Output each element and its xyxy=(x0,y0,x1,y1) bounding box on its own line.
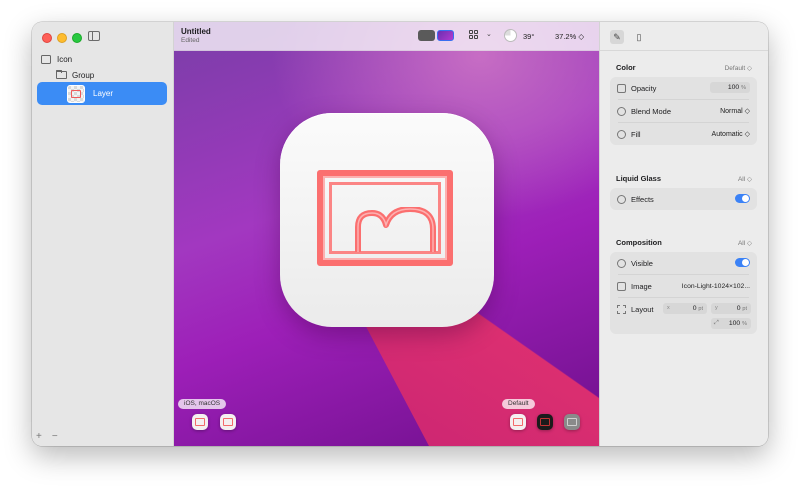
default-appearance-thumbnail[interactable] xyxy=(510,414,526,430)
color-mode-select[interactable]: Default ◇ xyxy=(725,64,752,72)
sidebar-item-label: Group xyxy=(72,70,95,80)
ios-preview-thumbnail[interactable] xyxy=(192,414,208,430)
liquid-glass-mode-select[interactable]: All ◇ xyxy=(738,175,752,183)
inspector: ✎ ▯ Color Default ◇ Opacity 100 % Blend … xyxy=(599,22,768,446)
effects-icon xyxy=(617,194,626,204)
document-icon[interactable]: ▯ xyxy=(632,30,646,44)
color-section-title: Color xyxy=(616,63,636,72)
image-frame-icon xyxy=(567,418,577,426)
blend-mode-select[interactable]: Normal ◇ xyxy=(720,107,750,115)
sidebar-item-layer[interactable]: Layer xyxy=(37,82,167,105)
platform-label: iOS, macOS xyxy=(178,399,227,409)
dark-appearance-thumbnail[interactable] xyxy=(537,414,553,430)
visible-row: Visible xyxy=(610,252,757,274)
folder-icon xyxy=(56,70,67,79)
grid-menu-chevron-icon[interactable]: ⌄ xyxy=(486,30,492,38)
blend-mode-icon xyxy=(617,106,626,116)
layer-thumbnail xyxy=(67,84,85,103)
window-controls xyxy=(42,33,82,43)
icon-square-icon xyxy=(41,54,51,64)
photo-icon xyxy=(617,281,626,291)
canvas[interactable]: Untitled Edited ⌄ 39° 37.2% ◇ iOS, macOS xyxy=(174,22,599,446)
sidebar-item-label: Icon xyxy=(57,54,73,64)
add-button[interactable]: + xyxy=(36,431,42,442)
resize-arrows-icon: ⤢ xyxy=(714,320,719,326)
light-angle-value[interactable]: 39° xyxy=(523,32,534,41)
remove-button[interactable]: − xyxy=(52,431,58,442)
background-gradient-swatch[interactable] xyxy=(437,30,454,41)
opacity-icon xyxy=(617,83,626,93)
color-card: Opacity 100 % Blend Mode Normal ◇ Fill A… xyxy=(610,77,757,145)
layout-y-field[interactable]: y 0 pt xyxy=(711,303,751,314)
composition-section-title: Composition xyxy=(616,238,662,247)
sidebar-item-icon[interactable]: Icon xyxy=(32,51,173,67)
grid-icon[interactable] xyxy=(469,30,478,39)
eye-icon xyxy=(617,258,626,268)
fill-bucket-icon xyxy=(617,129,626,139)
inspector-tabs: ✎ ▯ xyxy=(610,30,646,44)
toolbar: Untitled Edited ⌄ 39° 37.2% ◇ xyxy=(174,22,599,51)
effects-row: Effects xyxy=(610,188,757,210)
appearance-label: Default xyxy=(502,399,535,409)
image-select[interactable]: Icon-Light-1024×102... xyxy=(682,283,750,290)
fill-select[interactable]: Automatic ◇ xyxy=(712,130,750,138)
composition-mode-select[interactable]: All ◇ xyxy=(738,239,752,247)
blend-mode-row: Blend Mode Normal ◇ xyxy=(610,100,757,122)
sidebar: Icon Group Layer + − xyxy=(32,22,174,446)
image-row: Image Icon-Light-1024×102... xyxy=(610,275,757,297)
composition-card: Visible Image Icon-Light-1024×102... Lay… xyxy=(610,252,757,334)
image-frame-icon xyxy=(513,418,523,426)
arch-icon xyxy=(355,207,436,252)
paint-brush-icon[interactable]: ✎ xyxy=(610,30,624,44)
liquid-glass-card: Effects xyxy=(610,188,757,210)
document-status: Edited xyxy=(181,37,200,44)
app-window: Icon Group Layer + − Untitled Edited ⌄ 3… xyxy=(32,22,768,446)
sidebar-item-label: Layer xyxy=(93,89,114,98)
image-frame-icon xyxy=(71,89,81,98)
sidebar-toggle-icon[interactable] xyxy=(88,31,100,41)
fill-row: Fill Automatic ◇ xyxy=(610,123,757,145)
opacity-field[interactable]: 100 % xyxy=(710,82,750,93)
layout-icon xyxy=(617,304,626,314)
image-frame-icon xyxy=(195,418,205,426)
macos-preview-thumbnail[interactable] xyxy=(220,414,236,430)
image-frame-icon xyxy=(223,418,233,426)
sidebar-item-group[interactable]: Group xyxy=(32,67,173,83)
app-icon-preview[interactable] xyxy=(280,113,494,327)
layout-x-field[interactable]: x 0 pt xyxy=(663,303,707,314)
layout-scale-field[interactable]: ⤢ 100 % xyxy=(711,318,751,329)
document-title: Untitled xyxy=(181,27,211,36)
light-angle-icon[interactable] xyxy=(504,29,517,42)
sidebar-footer: + − xyxy=(36,431,58,442)
minimize-button[interactable] xyxy=(57,33,67,43)
zoom-level[interactable]: 37.2% ◇ xyxy=(555,32,584,41)
visible-toggle[interactable] xyxy=(735,258,750,267)
effects-toggle[interactable] xyxy=(735,194,750,203)
close-button[interactable] xyxy=(42,33,52,43)
background-gray-swatch[interactable] xyxy=(418,30,435,41)
liquid-glass-section-title: Liquid Glass xyxy=(616,174,662,183)
opacity-row: Opacity 100 % xyxy=(610,77,757,99)
zoom-button[interactable] xyxy=(72,33,82,43)
image-frame-icon xyxy=(317,170,453,266)
mono-appearance-thumbnail[interactable] xyxy=(564,414,580,430)
image-frame-icon xyxy=(540,418,550,426)
